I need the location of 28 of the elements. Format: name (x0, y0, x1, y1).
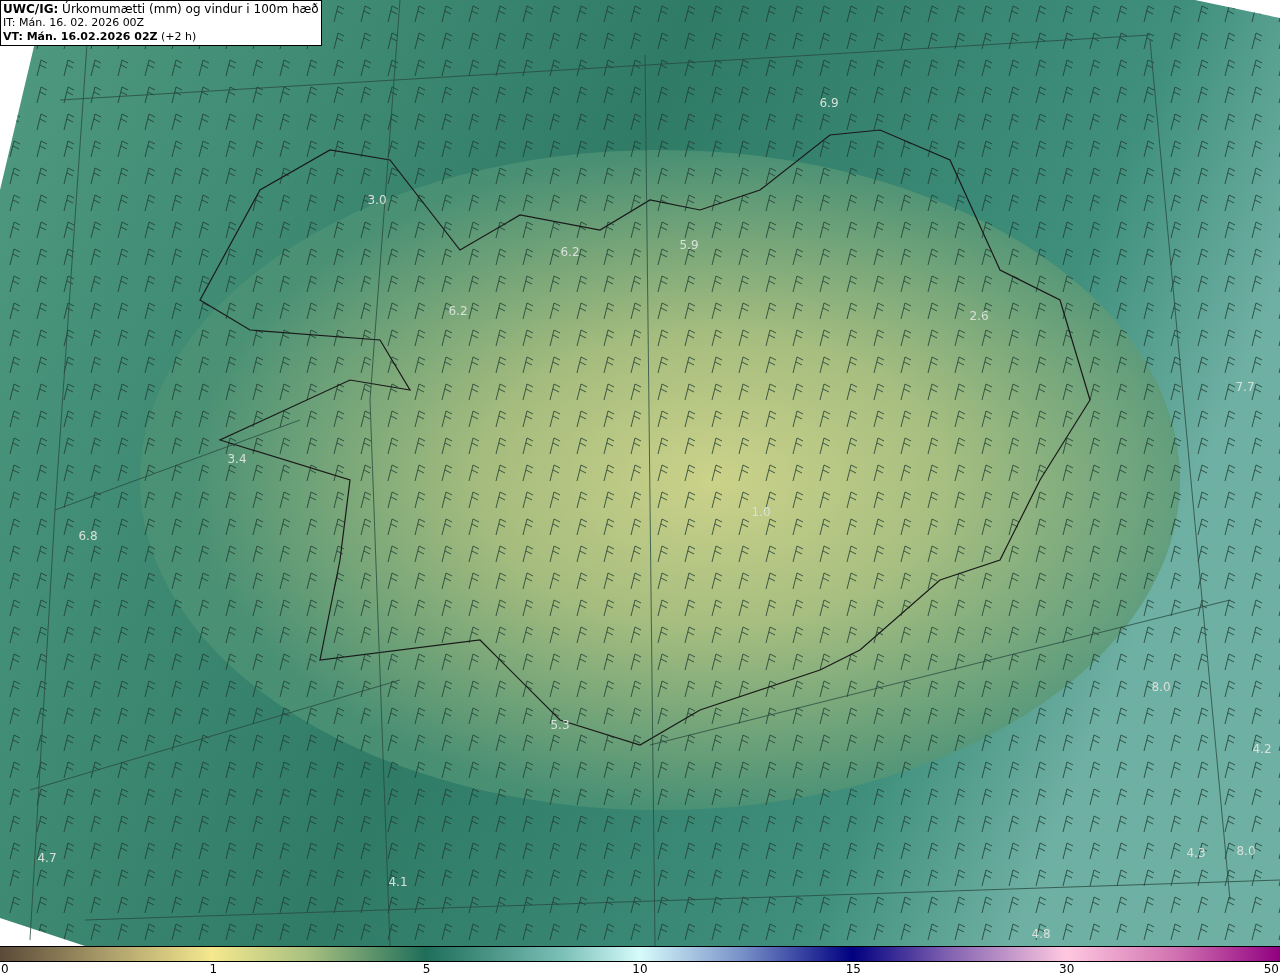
valid-time: VT: Mán. 16.02.2026 02Z (+2 h) (3, 30, 198, 44)
value-label: 4.3 (1186, 846, 1206, 860)
value-label: 8.0 (1236, 844, 1256, 858)
scale-tick-label: 1 (209, 962, 218, 977)
value-label: 4.2 (1252, 742, 1272, 756)
scale-tick-label: 15 (845, 962, 861, 977)
issue-time: IT: Mán. 16. 02. 2026 00Z (3, 16, 146, 30)
value-label: 4.7 (37, 851, 57, 865)
value-label: 5.3 (550, 718, 570, 732)
scale-tick-label: 30 (1059, 962, 1075, 977)
scale-tick-label: 5 (422, 962, 431, 977)
scale-tick-label: 10 (632, 962, 648, 977)
value-label: 8.0 (1151, 680, 1171, 694)
value-label: 6.9 (819, 96, 839, 110)
value-label: 6.2 (448, 304, 468, 318)
value-label: 3.4 (227, 452, 247, 466)
value-label: 5.9 (679, 238, 699, 252)
value-label: 6.8 (78, 529, 98, 543)
scale-tick-label: 0 (1, 962, 9, 977)
scale-tick-label: 50 (1263, 962, 1279, 977)
map-title: UWC/IG: Úrkomumætti (mm) og vindur i 100m hæð (3, 2, 319, 16)
value-label: 3.0 (367, 193, 387, 207)
value-label: 4.8 (1031, 927, 1051, 941)
value-label: 2.6 (969, 309, 989, 323)
value-label: 6.2 (560, 245, 580, 259)
value-label: 4.1 (388, 875, 408, 889)
value-label: 7.7 (1235, 380, 1255, 394)
value-label: 1.0 (751, 505, 771, 519)
